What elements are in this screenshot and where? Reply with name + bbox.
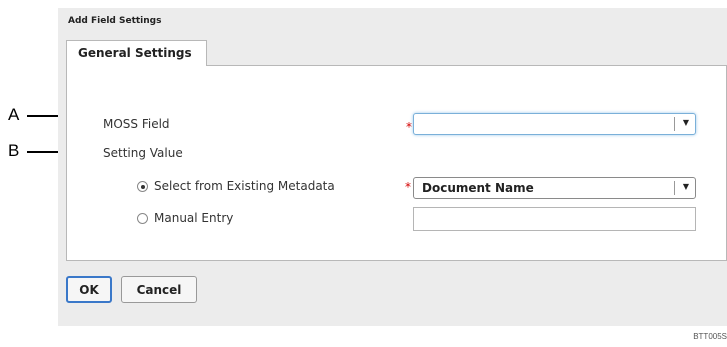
chevron-down-icon[interactable]: ▼ (683, 182, 689, 191)
moss-field-required-marker: * (406, 120, 412, 134)
figure-reference: BTT005S (693, 332, 727, 341)
select-existing-label: Select from Existing Metadata (154, 179, 335, 193)
ok-button[interactable]: OK (66, 276, 112, 303)
setting-value-label: Setting Value (103, 146, 183, 160)
radio-manual-entry[interactable] (137, 213, 148, 224)
existing-metadata-required-marker: * (405, 180, 411, 194)
dropdown-separator (674, 181, 675, 195)
dropdown-separator (674, 117, 675, 131)
callout-a: A (8, 105, 20, 124)
tab-label: General Settings (78, 46, 192, 60)
general-settings-panel: MOSS Field * ▼ Setting Value Select from… (66, 65, 727, 261)
manual-entry-label: Manual Entry (154, 211, 234, 225)
chevron-down-icon[interactable]: ▼ (683, 118, 689, 127)
moss-field-label: MOSS Field (103, 117, 170, 131)
add-field-settings-dialog: Add Field Settings General Settings MOSS… (58, 8, 727, 326)
existing-metadata-value: Document Name (422, 181, 534, 195)
dialog-title: Add Field Settings (68, 16, 162, 26)
moss-field-select[interactable]: ▼ (413, 113, 696, 135)
manual-entry-input[interactable] (413, 207, 696, 231)
cancel-button[interactable]: Cancel (121, 276, 197, 303)
radio-select-existing[interactable] (137, 181, 148, 192)
callout-b: B (8, 141, 20, 160)
existing-metadata-select[interactable]: Document Name ▼ (413, 177, 696, 199)
tab-general-settings[interactable]: General Settings (66, 40, 207, 66)
